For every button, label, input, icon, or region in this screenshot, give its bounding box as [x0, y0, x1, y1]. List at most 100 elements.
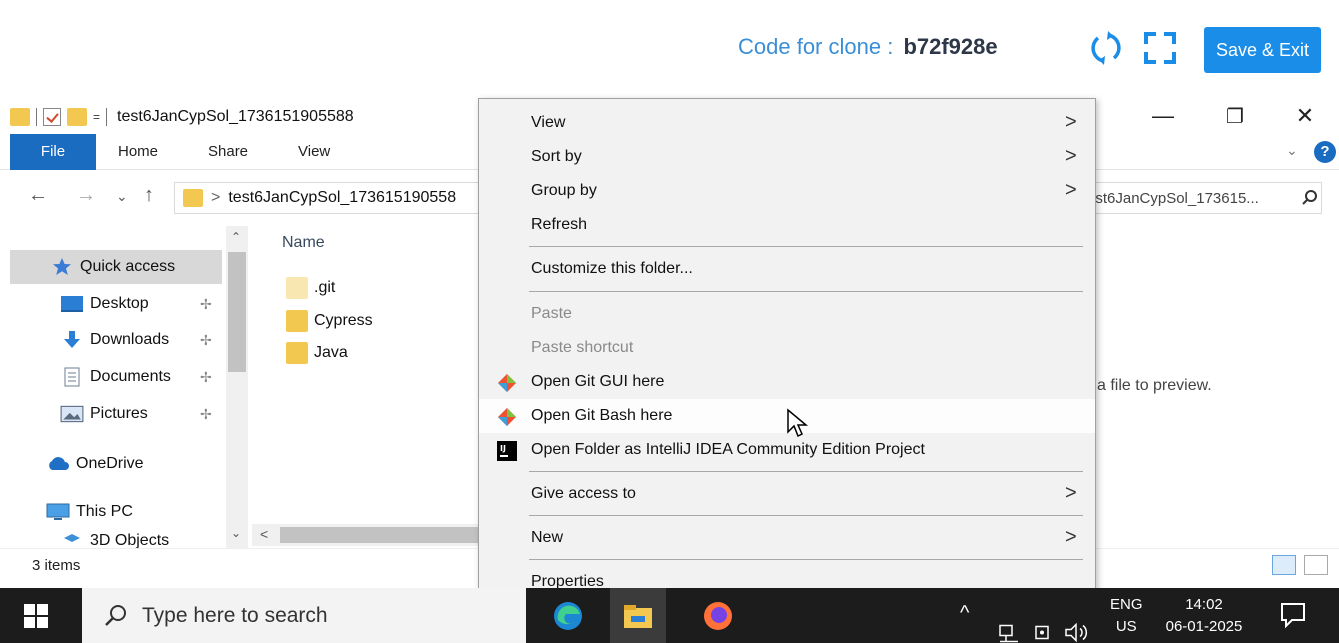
menu-separator	[529, 559, 1083, 560]
column-header-name[interactable]: Name	[282, 234, 325, 252]
menu-item-label: Open Folder as IntelliJ IDEA Community E…	[531, 441, 925, 458]
customize-toolbar-dropdown[interactable]: =	[93, 110, 100, 124]
menu-item-give-access[interactable]: Give access to >	[479, 477, 1095, 511]
menu-item-view[interactable]: View >	[479, 106, 1095, 140]
windows-start-icon[interactable]	[22, 602, 50, 630]
quick-access-toolbar: = test6JanCypSol_1736151905588	[10, 107, 354, 127]
submenu-arrow-icon: >	[1065, 526, 1077, 548]
nav-item-label: Documents	[90, 368, 171, 385]
minimize-button[interactable]: —	[1140, 98, 1186, 134]
tab-home[interactable]: Home	[102, 134, 174, 170]
tab-share[interactable]: Share	[192, 134, 264, 170]
nav-item-pictures[interactable]: Pictures	[10, 397, 148, 431]
taskbar-edge[interactable]	[540, 588, 596, 643]
star-icon	[53, 258, 71, 275]
search-icon	[1302, 190, 1317, 205]
menu-item-label: Open Git GUI here	[531, 373, 665, 390]
taskbar-search-input[interactable]: Type here to search	[82, 588, 526, 643]
pin-icon[interactable]: ✢	[200, 296, 212, 313]
network-icon[interactable]	[998, 606, 1020, 643]
menu-item-label: Group by	[531, 182, 597, 199]
clone-code-value: b72f928e	[903, 34, 998, 59]
menu-separator	[529, 291, 1083, 292]
menu-item-open-git-gui[interactable]: Open Git GUI here	[479, 365, 1095, 399]
nav-item-desktop[interactable]: Desktop	[10, 287, 149, 321]
desktop-icon	[61, 296, 83, 312]
ribbon-expand-icon[interactable]: ⌄	[1286, 142, 1298, 159]
save-exit-button[interactable]: Save & Exit	[1204, 27, 1321, 73]
address-bar[interactable]: > test6JanCypSol_173615190558	[174, 182, 480, 214]
pin-icon[interactable]: ✢	[200, 369, 212, 386]
file-name: Cypress	[314, 312, 373, 329]
volume-icon[interactable]	[1064, 605, 1090, 643]
list-item[interactable]: Java	[286, 337, 348, 369]
list-item[interactable]: Cypress	[286, 305, 373, 337]
clock-date: 06-01-2025	[1165, 618, 1243, 635]
nav-item-label: This PC	[76, 503, 133, 520]
toolbar-divider	[36, 108, 37, 126]
search-input[interactable]: est6JanCypSol_173615...	[1082, 182, 1322, 214]
nav-item-3d-objects[interactable]: 3D Objects	[10, 532, 169, 548]
search-icon	[105, 604, 126, 626]
scroll-up-icon[interactable]: ⌃	[231, 230, 241, 244]
restore-button[interactable]: ❐	[1212, 98, 1258, 134]
help-icon[interactable]: ?	[1314, 141, 1336, 163]
large-icons-view-icon[interactable]	[1304, 555, 1328, 575]
up-button[interactable]: ↑	[144, 184, 154, 207]
search-placeholder: est6JanCypSol_173615...	[1087, 189, 1259, 207]
back-button[interactable]: ←	[28, 184, 48, 207]
meet-now-icon[interactable]	[1034, 606, 1054, 643]
menu-item-paste: Paste	[479, 297, 1095, 331]
taskbar: Type here to search ^ ENG US 14:02 06-01…	[0, 588, 1339, 643]
new-folder-icon[interactable]	[67, 108, 87, 126]
nav-item-onedrive[interactable]: OneDrive	[10, 447, 144, 481]
nav-scrollbar[interactable]: ⌃ ⌄	[226, 226, 248, 548]
pin-icon[interactable]: ✢	[200, 406, 212, 423]
git-icon	[498, 374, 516, 392]
horizontal-scrollbar[interactable]: <	[252, 524, 482, 546]
computer-icon	[46, 503, 70, 520]
scrollbar-thumb[interactable]	[280, 527, 480, 543]
address-path[interactable]: test6JanCypSol_173615190558	[228, 189, 456, 207]
menu-item-sort-by[interactable]: Sort by >	[479, 140, 1095, 174]
folder-icon	[286, 310, 308, 332]
mouse-cursor-icon	[787, 408, 809, 438]
git-icon	[498, 408, 516, 426]
menu-item-label: Sort by	[531, 148, 582, 165]
list-item[interactable]: .git	[286, 272, 335, 304]
document-icon	[64, 367, 80, 387]
tab-view[interactable]: View	[282, 134, 346, 170]
clock[interactable]: 14:02 06-01-2025	[1164, 594, 1244, 638]
taskbar-firefox[interactable]	[690, 588, 746, 643]
menu-item-customize-folder[interactable]: Customize this folder...	[479, 252, 1095, 286]
preview-pane-message: a file to preview.	[1097, 377, 1212, 394]
recent-locations-dropdown[interactable]: ⌄	[116, 188, 128, 205]
nav-item-documents[interactable]: Documents	[10, 360, 171, 394]
nav-item-quick-access[interactable]: Quick access	[10, 250, 222, 284]
language-indicator[interactable]: ENG US	[1110, 594, 1143, 638]
close-button[interactable]: ✕	[1282, 98, 1328, 134]
menu-item-refresh[interactable]: Refresh	[479, 208, 1095, 242]
taskbar-file-explorer[interactable]	[610, 588, 666, 643]
tray-overflow-icon[interactable]: ^	[960, 602, 969, 643]
cube-icon	[64, 534, 80, 542]
notification-icon[interactable]	[1278, 600, 1308, 630]
clone-code-display: Code for clone : b72f928e	[738, 34, 998, 60]
scroll-left-icon[interactable]: <	[260, 526, 268, 542]
scrollbar-thumb[interactable]	[228, 252, 246, 372]
tab-file[interactable]: File	[10, 134, 96, 170]
menu-item-group-by[interactable]: Group by >	[479, 174, 1095, 208]
folder-icon	[286, 342, 308, 364]
pin-icon[interactable]: ✢	[200, 332, 212, 349]
scroll-down-icon[interactable]: ⌄	[231, 526, 241, 540]
forward-button[interactable]: →	[76, 184, 96, 207]
nav-item-downloads[interactable]: Downloads	[10, 323, 169, 357]
submenu-arrow-icon: >	[1065, 111, 1077, 133]
nav-item-this-pc[interactable]: This PC	[10, 495, 133, 529]
nav-item-label: 3D Objects	[90, 532, 170, 548]
sync-icon[interactable]	[1088, 30, 1124, 66]
fullscreen-icon[interactable]	[1142, 30, 1178, 66]
menu-item-new[interactable]: New >	[479, 521, 1095, 555]
properties-icon[interactable]	[43, 108, 61, 126]
details-view-icon[interactable]	[1272, 555, 1296, 575]
